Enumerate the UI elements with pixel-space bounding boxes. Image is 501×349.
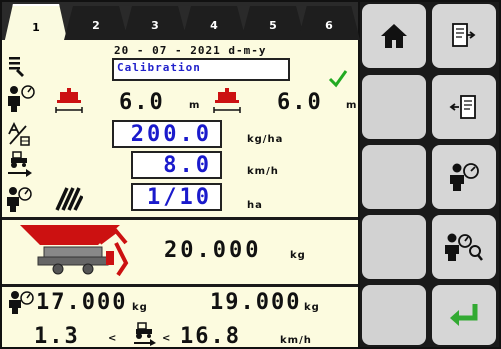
tractor-speed-icon — [8, 151, 32, 177]
tab-label: 3 — [151, 18, 159, 32]
tab-label: 5 — [269, 18, 277, 32]
tab-bar: 1 2 3 4 5 6 — [2, 2, 360, 44]
softkey-blank-2[interactable] — [362, 145, 426, 209]
operator-gauge-icon — [9, 291, 34, 314]
spread-left-unit: m — [189, 100, 201, 111]
rate-unit: kg/ha — [247, 134, 284, 145]
export-button[interactable] — [432, 4, 496, 68]
softkey-blank-3[interactable] — [362, 215, 426, 279]
operator-gauge-icon — [7, 187, 32, 212]
speed-range-unit: km/h — [280, 335, 312, 346]
operator-search-button[interactable] — [432, 215, 496, 279]
tab-1[interactable]: 1 — [4, 4, 68, 44]
spreader-red-icon — [55, 88, 83, 113]
softkey-blank-4[interactable] — [362, 285, 426, 345]
tab-5[interactable]: 5 — [241, 6, 305, 40]
total-right-value: 19.000 — [210, 290, 302, 315]
enter-icon — [450, 304, 478, 326]
spread-right-value: 6.0 — [277, 90, 323, 115]
check-icon — [328, 70, 348, 88]
rate-input[interactable]: 200.0 — [112, 120, 222, 148]
divider — [2, 217, 358, 220]
doc-export-icon — [452, 23, 476, 47]
operator-gauge-icon — [8, 85, 35, 112]
tab-6[interactable]: 6 — [298, 6, 360, 40]
tab-label: 4 — [210, 18, 218, 32]
tab-label: 1 — [32, 20, 40, 34]
date-display: 20 - 07 - 2021 d-m-y — [114, 44, 267, 57]
terminal-screen: 1 2 3 4 5 6 20 - 07 - 2021 d-m-y Calibra… — [0, 0, 501, 349]
speed-max-value: 16.8 — [180, 324, 241, 349]
home-button[interactable] — [362, 4, 426, 68]
hopper-icon — [20, 225, 129, 277]
tab-3[interactable]: 3 — [123, 6, 187, 40]
divider — [2, 284, 358, 287]
tab-label: 6 — [325, 18, 333, 32]
softkey-blank-1[interactable] — [362, 75, 426, 139]
hatch-area-icon — [55, 187, 83, 211]
total-left-unit: kg — [132, 302, 148, 313]
mode-field[interactable]: Calibration — [112, 58, 290, 81]
enter-button[interactable] — [432, 285, 496, 345]
operator-button[interactable] — [432, 145, 496, 209]
total-right-unit: kg — [304, 302, 320, 313]
ratio-icon — [8, 122, 30, 146]
total-left-value: 17.000 — [36, 290, 128, 315]
main-panel: 20 - 07 - 2021 d-m-y Calibration 6.0 m 6… — [2, 40, 358, 349]
softkey-column — [360, 2, 499, 347]
operator-icon — [450, 163, 479, 191]
tab-2[interactable]: 2 — [64, 6, 128, 40]
screen-import-icon — [449, 95, 476, 119]
spreader-red-icon — [213, 88, 241, 113]
list-icon — [9, 57, 24, 77]
speed-min-value: 1.3 — [34, 324, 80, 349]
speed-input[interactable]: 8.0 — [131, 151, 222, 179]
home-icon — [381, 24, 407, 48]
spread-left-value: 6.0 — [119, 90, 165, 115]
less-than-2: < — [162, 333, 172, 344]
hopper-unit: kg — [290, 250, 306, 261]
tab-label: 2 — [92, 18, 100, 32]
tractor-speed-icon — [134, 322, 156, 346]
mode-label: Calibration — [117, 61, 201, 74]
area-unit: ha — [247, 200, 263, 211]
operator-search-icon — [445, 233, 483, 261]
hopper-value: 20.000 — [164, 238, 262, 263]
tab-4[interactable]: 4 — [182, 6, 246, 40]
speed-unit: km/h — [247, 166, 279, 177]
import-button[interactable] — [432, 75, 496, 139]
area-input[interactable]: 1/10 — [131, 183, 222, 211]
less-than-1: < — [108, 333, 118, 344]
spread-right-unit: m — [346, 100, 358, 111]
